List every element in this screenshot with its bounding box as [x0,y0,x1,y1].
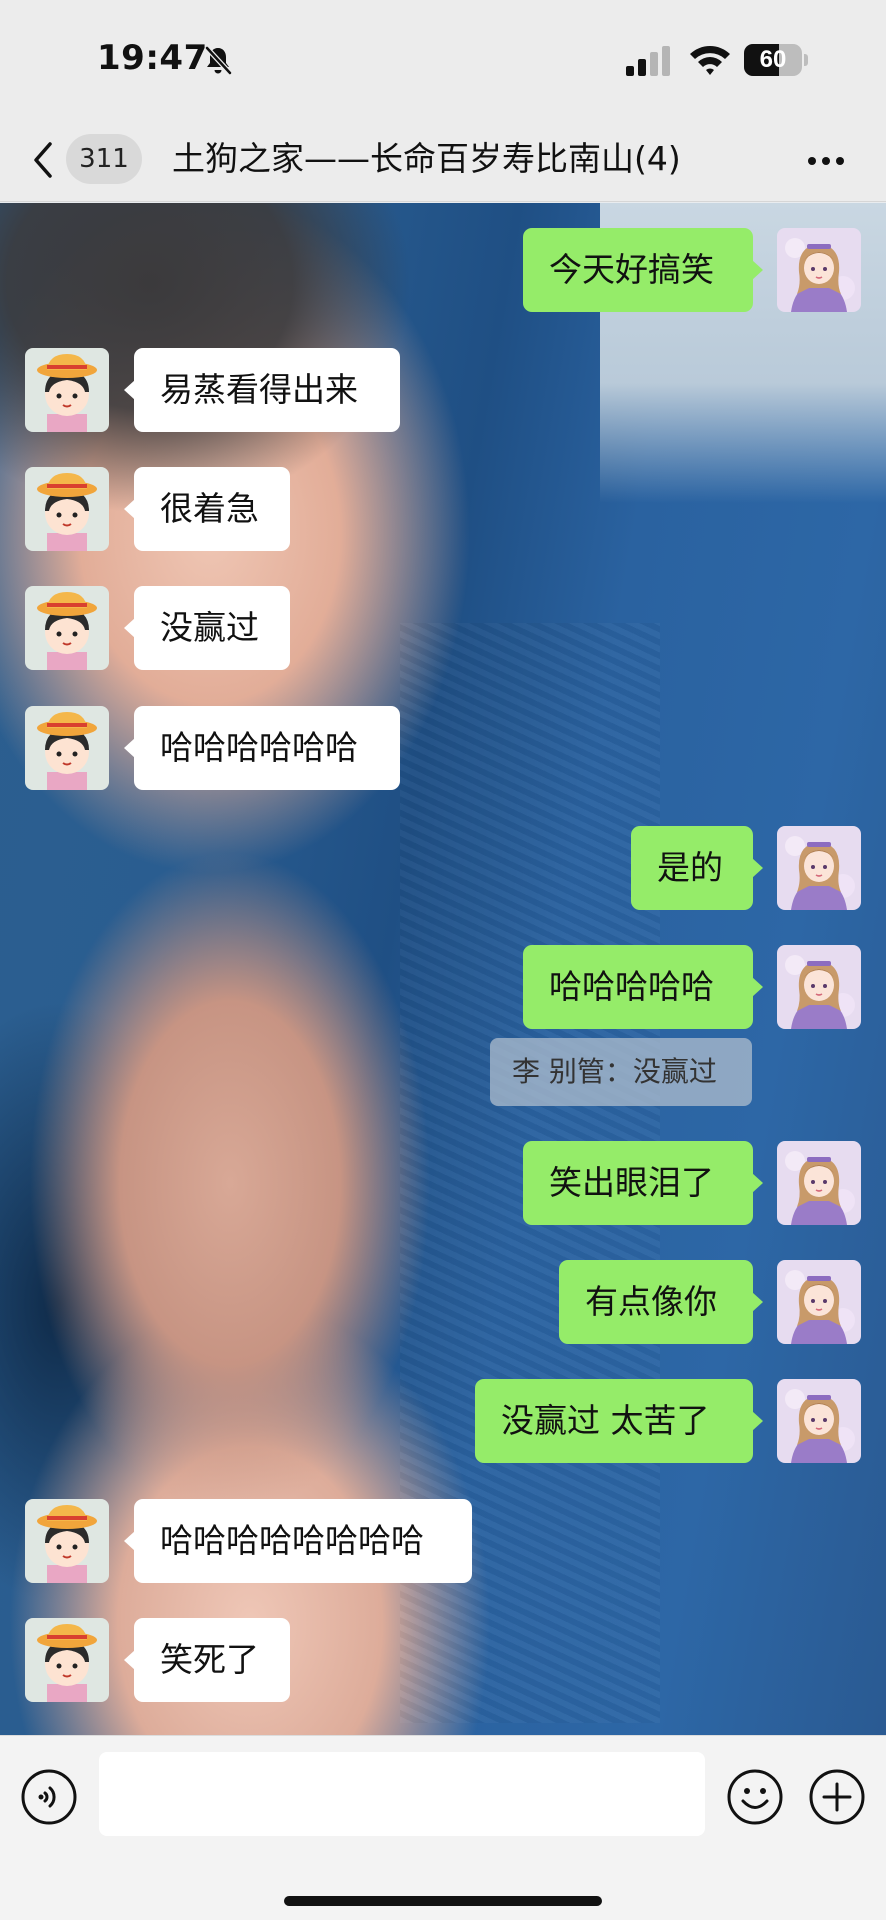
received-message-bubble[interactable]: 哈哈哈哈哈哈 [124,706,400,790]
input-bar [0,1735,886,1920]
received-message-bubble[interactable]: 没赢过 [124,586,290,670]
maruko-avatar[interactable] [25,1499,109,1583]
anime-girl-avatar[interactable] [777,1260,861,1344]
quoted-message[interactable]: 李 别管：没赢过 [490,1038,752,1106]
maruko-avatar[interactable] [25,706,109,790]
sent-message-bubble[interactable]: 没赢过 太苦了 [475,1379,763,1463]
maruko-avatar[interactable] [25,348,109,432]
signal-icon [626,46,670,76]
anime-girl-avatar[interactable] [777,1141,861,1225]
sent-message-bubble[interactable]: 笑出眼泪了 [523,1141,763,1225]
emoji-icon[interactable] [726,1768,784,1826]
battery-indicator: 60 [744,44,808,76]
received-message-bubble[interactable]: 很着急 [124,467,290,551]
plus-icon[interactable] [808,1768,866,1826]
maruko-avatar[interactable] [25,586,109,670]
received-message-bubble[interactable]: 笑死了 [124,1618,290,1702]
maruko-avatar[interactable] [25,1618,109,1702]
bell-slash-icon [205,46,232,75]
sent-message-bubble[interactable]: 今天好搞笑 [523,228,763,312]
status-bar: 19:47 60 [0,0,886,120]
anime-girl-avatar[interactable] [777,1379,861,1463]
received-message-bubble[interactable]: 易蒸看得出来 [124,348,400,432]
sent-message-bubble[interactable]: 有点像你 [559,1260,763,1344]
home-indicator[interactable] [284,1896,602,1906]
status-time: 19:47 [97,38,208,78]
voice-icon[interactable] [20,1768,78,1826]
chevron-left-icon[interactable] [28,138,58,182]
more-dots-icon[interactable] [804,146,848,176]
maruko-avatar[interactable] [25,467,109,551]
anime-girl-avatar[interactable] [777,228,861,312]
message-input[interactable] [99,1752,705,1836]
anime-girl-avatar[interactable] [777,826,861,910]
sent-message-bubble[interactable]: 哈哈哈哈哈 [523,945,763,1029]
sent-message-bubble[interactable]: 是的 [631,826,763,910]
chat-title: 土狗之家——长命百岁寿比南山(4) [172,139,681,178]
battery-percent: 60 [759,46,787,73]
received-message-bubble[interactable]: 哈哈哈哈哈哈哈哈 [124,1499,472,1583]
unread-count-badge[interactable]: 311 [66,134,142,184]
wifi-icon [690,46,730,75]
anime-girl-avatar[interactable] [777,945,861,1029]
chat-header: 311 土狗之家——长命百岁寿比南山(4) [0,120,886,202]
